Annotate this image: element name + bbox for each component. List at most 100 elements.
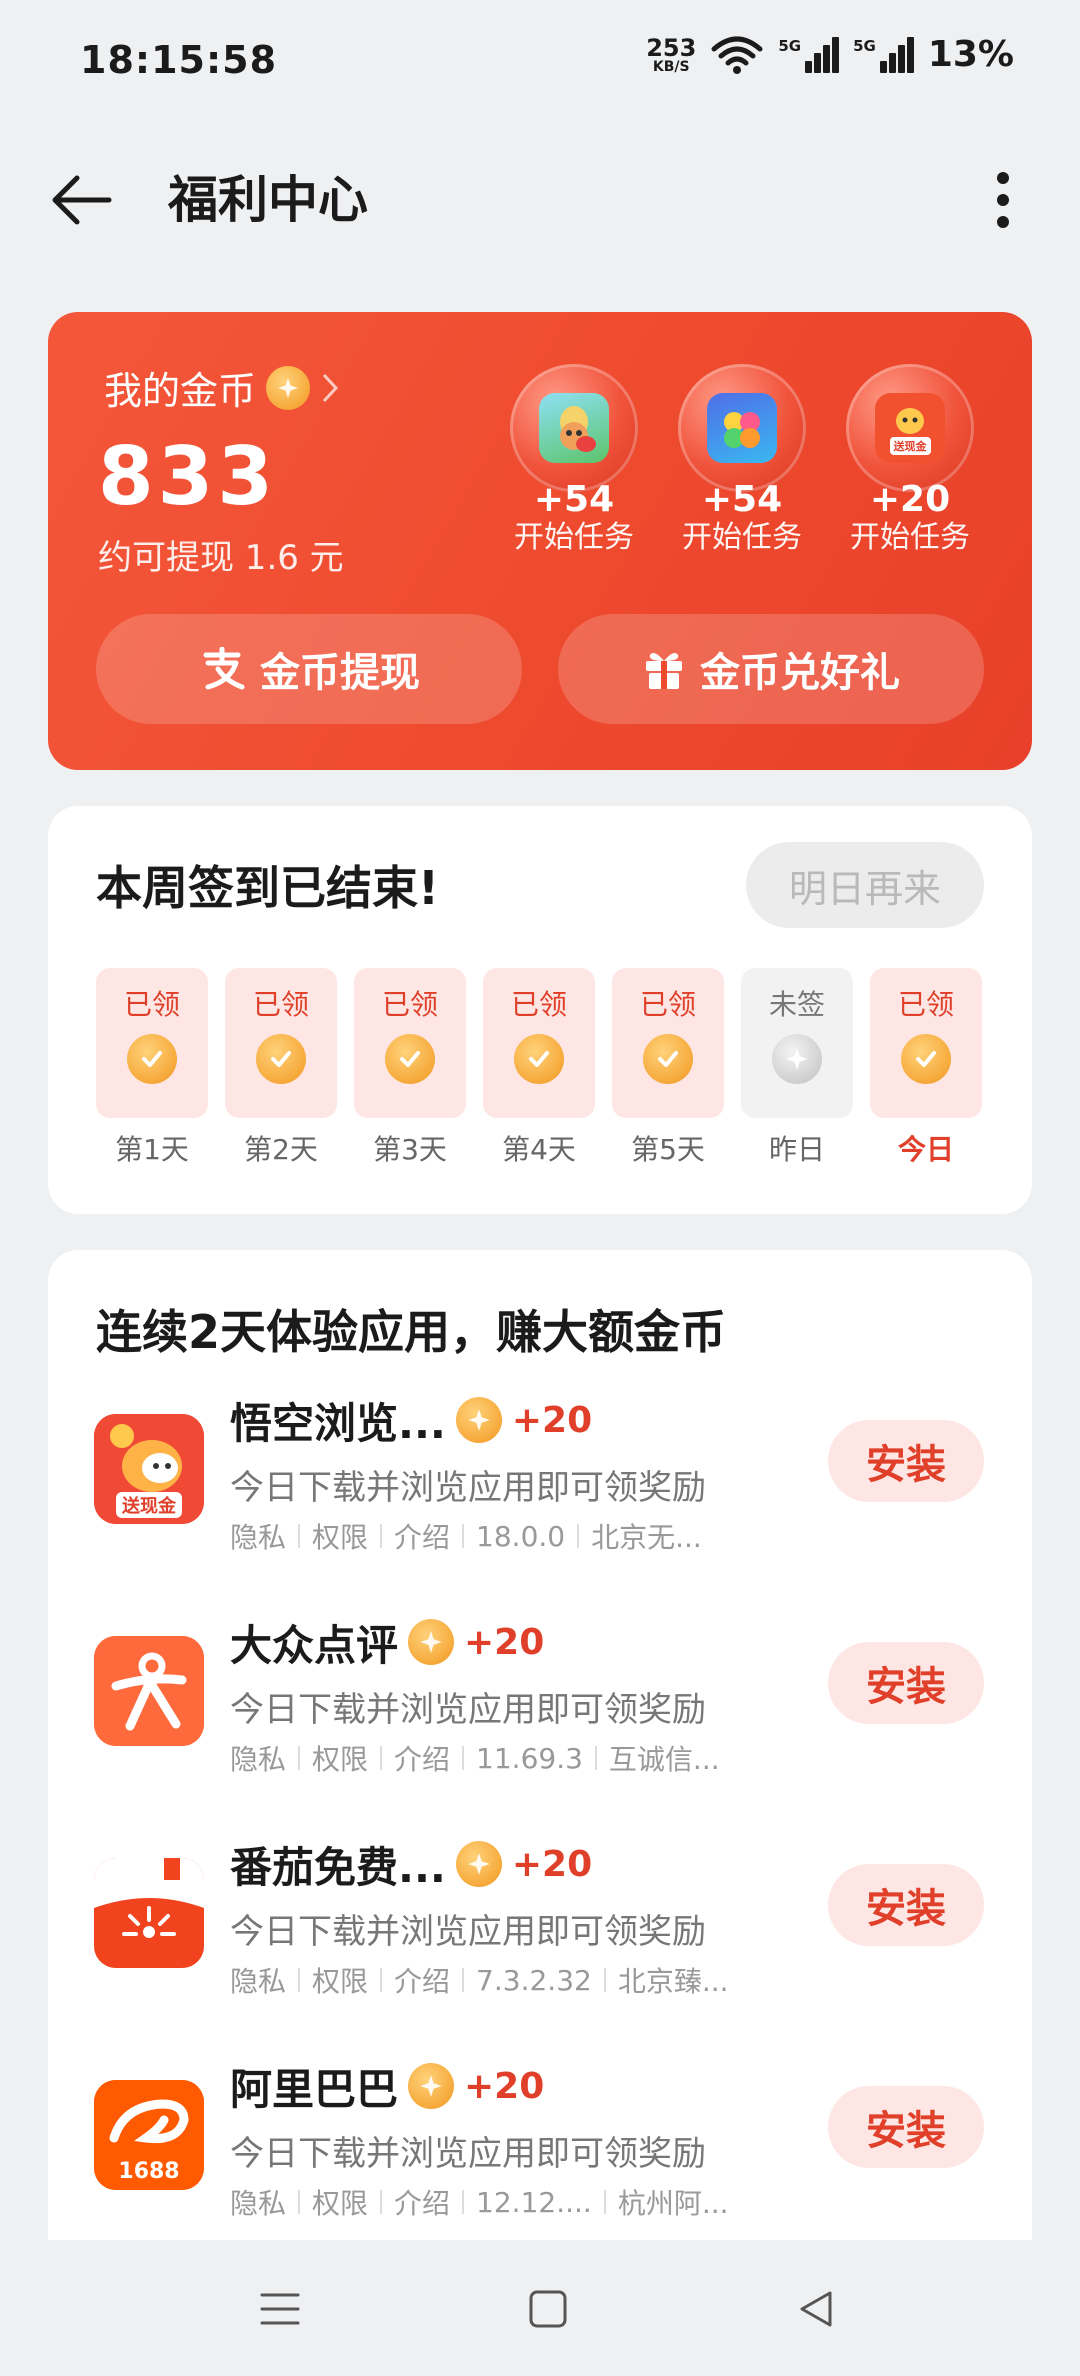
permission-link[interactable]: 权限 [312, 1516, 368, 1556]
exchange-label: 金币兑好礼 [700, 650, 900, 696]
privacy-link[interactable]: 隐私 [230, 1738, 286, 1778]
signin-day-box: 已领 [354, 968, 466, 1118]
coin-icon [408, 2063, 455, 2109]
task-label: 开始任务 [850, 520, 970, 555]
task-reward: +54 [701, 479, 783, 520]
signin-day-label: 第2天 [244, 1133, 318, 1166]
app-name-line: 阿里巴巴 +20 [230, 2056, 544, 2116]
app-icon[interactable] [94, 1858, 204, 1968]
app-meta: 隐私 权限 介绍 12.12.... 杭州阿... [230, 2182, 729, 2222]
task-item-2[interactable]: +54 开始任务 [672, 364, 812, 556]
task-reward: +20 [869, 479, 951, 520]
app-icon[interactable] [94, 1636, 204, 1746]
app-description: 今日下载并浏览应用即可领奖励 [230, 1690, 706, 1730]
my-coins-card: 我的金币 833 约可提现 1.6 元 +54 开始任务 +54 开始任务 送现… [48, 312, 1032, 770]
signin-day-box: 已领 [225, 968, 337, 1118]
app-task-row[interactable]: 送现金 悟空浏览... +20 今日下载并浏览应用即可领奖励 隐私 权限 介绍 18.0.0 北… [48, 1390, 1032, 1590]
withdrawable-amount: 约可提现 1.6 元 [98, 538, 344, 578]
signin-day: 已领 第4天 [483, 968, 595, 1168]
status-bar: 18:15:58 253 KB/S 5G 5G 13% [0, 0, 1080, 130]
privacy-link[interactable]: 隐私 [230, 1516, 286, 1556]
permission-link[interactable]: 权限 [312, 1960, 368, 2000]
intro-link[interactable]: 介绍 [394, 1516, 450, 1556]
install-button[interactable]: 安装 [828, 1642, 984, 1724]
come-back-tomorrow-button[interactable]: 明日再来 [746, 842, 984, 928]
signin-day: 已领第5天 [612, 968, 724, 1168]
signin-title: 本周签到已结束! [96, 861, 439, 915]
signin-day-label: 第1天 [115, 1133, 189, 1166]
unchecked-coin-icon [772, 1034, 822, 1084]
install-button[interactable]: 安装 [828, 1864, 984, 1946]
my-coins-title: 我的金币 [104, 369, 257, 413]
task-item-1[interactable]: +54 开始任务 [504, 364, 644, 556]
task-item-3[interactable]: 送现金 +20 开始任务 [840, 364, 980, 556]
page-title: 福利中心 [168, 171, 368, 229]
signin-day-label: 今日 [897, 1133, 954, 1166]
battery-level: 13% [927, 34, 1014, 75]
app-icon[interactable]: 送现金 [94, 1414, 204, 1524]
signin-day: 未签 昨日 [741, 968, 853, 1168]
check-coin-icon [385, 1034, 435, 1084]
app-developer: 杭州阿... [617, 2187, 729, 2220]
sim2-network-type: 5G [853, 36, 876, 55]
app-icon[interactable]: 1688 [94, 2080, 204, 2190]
app-meta: 隐私 权限 介绍 18.0.0 北京无... [230, 1516, 702, 1556]
signin-day: 已领 今日 [870, 968, 982, 1168]
app-description: 今日下载并浏览应用即可领奖励 [230, 1912, 706, 1952]
app-task-row[interactable]: 1688 阿里巴巴 +20 今日下载并浏览应用即可领奖励 隐私 权限 介绍 12.12....… [48, 2056, 1032, 2256]
intro-link[interactable]: 介绍 [394, 1960, 450, 2000]
intro-link[interactable]: 介绍 [394, 1738, 450, 1778]
sim1-network-type: 5G [778, 36, 802, 55]
back-button[interactable] [46, 168, 116, 232]
my-coins-link[interactable]: 我的金币 [104, 360, 340, 415]
privacy-link[interactable]: 隐私 [230, 1960, 286, 2000]
signin-day-label: 第5天 [631, 1133, 705, 1166]
signin-day-box: 已领 [612, 968, 724, 1118]
signal-icon-sim2: 5G [853, 36, 914, 73]
coin-icon [408, 1619, 455, 1665]
privacy-link[interactable]: 隐私 [230, 2182, 286, 2222]
app-tasks-card: 连续2天体验应用，赚大额金币 送现金 悟空浏览... +20 今日下载并浏览应用即可领… [48, 1250, 1032, 2250]
signin-day-label: 第3天 [373, 1133, 447, 1166]
install-button[interactable]: 安装 [828, 1420, 984, 1502]
exchange-gifts-button[interactable]: 金币兑好礼 [558, 614, 984, 724]
task-bubble: 送现金 [846, 364, 974, 492]
app-task-row[interactable]: 番茄免费... +20 今日下载并浏览应用即可领奖励 隐私 权限 介绍 7.3.2.32 北京… [48, 1834, 1032, 2034]
app-meta: 隐私 权限 介绍 7.3.2.32 北京臻... [230, 1960, 729, 2000]
home-square-icon [529, 2290, 567, 2328]
signin-day-status: 已领 [252, 988, 309, 1021]
task-label: 开始任务 [682, 520, 802, 555]
permission-link[interactable]: 权限 [312, 1738, 368, 1778]
app-meta: 隐私 权限 介绍 11.69.3 互诚信... [230, 1738, 720, 1778]
check-coin-icon [901, 1034, 951, 1084]
back-nav-button[interactable] [776, 2274, 856, 2344]
home-button[interactable] [508, 2274, 588, 2344]
task-bubble [678, 364, 806, 492]
signal-icon-sim1: 5G [778, 36, 840, 73]
network-speed-unit: KB/S [652, 58, 690, 75]
more-options-button[interactable] [968, 158, 1038, 242]
check-coin-icon [127, 1034, 177, 1084]
task-label: 开始任务 [514, 520, 634, 555]
recent-apps-button[interactable] [240, 2274, 320, 2344]
intro-link[interactable]: 介绍 [394, 2182, 450, 2222]
install-button[interactable]: 安装 [828, 2086, 984, 2168]
signin-day-status: 已领 [510, 988, 567, 1021]
task-reward: +54 [533, 479, 615, 520]
signin-day-status: 未签 [768, 988, 825, 1021]
menu-icon [260, 2293, 300, 2325]
signin-day-box: 已领 [870, 968, 982, 1118]
coin-icon [266, 365, 311, 410]
status-time: 18:15:58 [80, 38, 278, 82]
app-name: 阿里巴巴 [230, 2064, 399, 2114]
cash-gift-app-icon: 送现金 [875, 393, 945, 463]
app-reward: +20 [511, 1399, 593, 1441]
signin-day-status: 已领 [897, 988, 954, 1021]
withdraw-coins-button[interactable]: 金币提现 [96, 614, 522, 724]
weekly-signin-card: 本周签到已结束! 明日再来 已领 第1天 已领 第2天 已领 第3天 已领 第4天 已领 第5天未… [48, 806, 1032, 1214]
coin-balance: 833 [98, 430, 277, 523]
permission-link[interactable]: 权限 [312, 2182, 368, 2222]
app-task-row[interactable]: 大众点评 +20 今日下载并浏览应用即可领奖励 隐私 权限 介绍 11.69.3 互诚信...… [48, 1612, 1032, 1812]
signin-day-status: 已领 [639, 988, 696, 1021]
app-icon-badge: 送现金 [116, 1492, 182, 1518]
